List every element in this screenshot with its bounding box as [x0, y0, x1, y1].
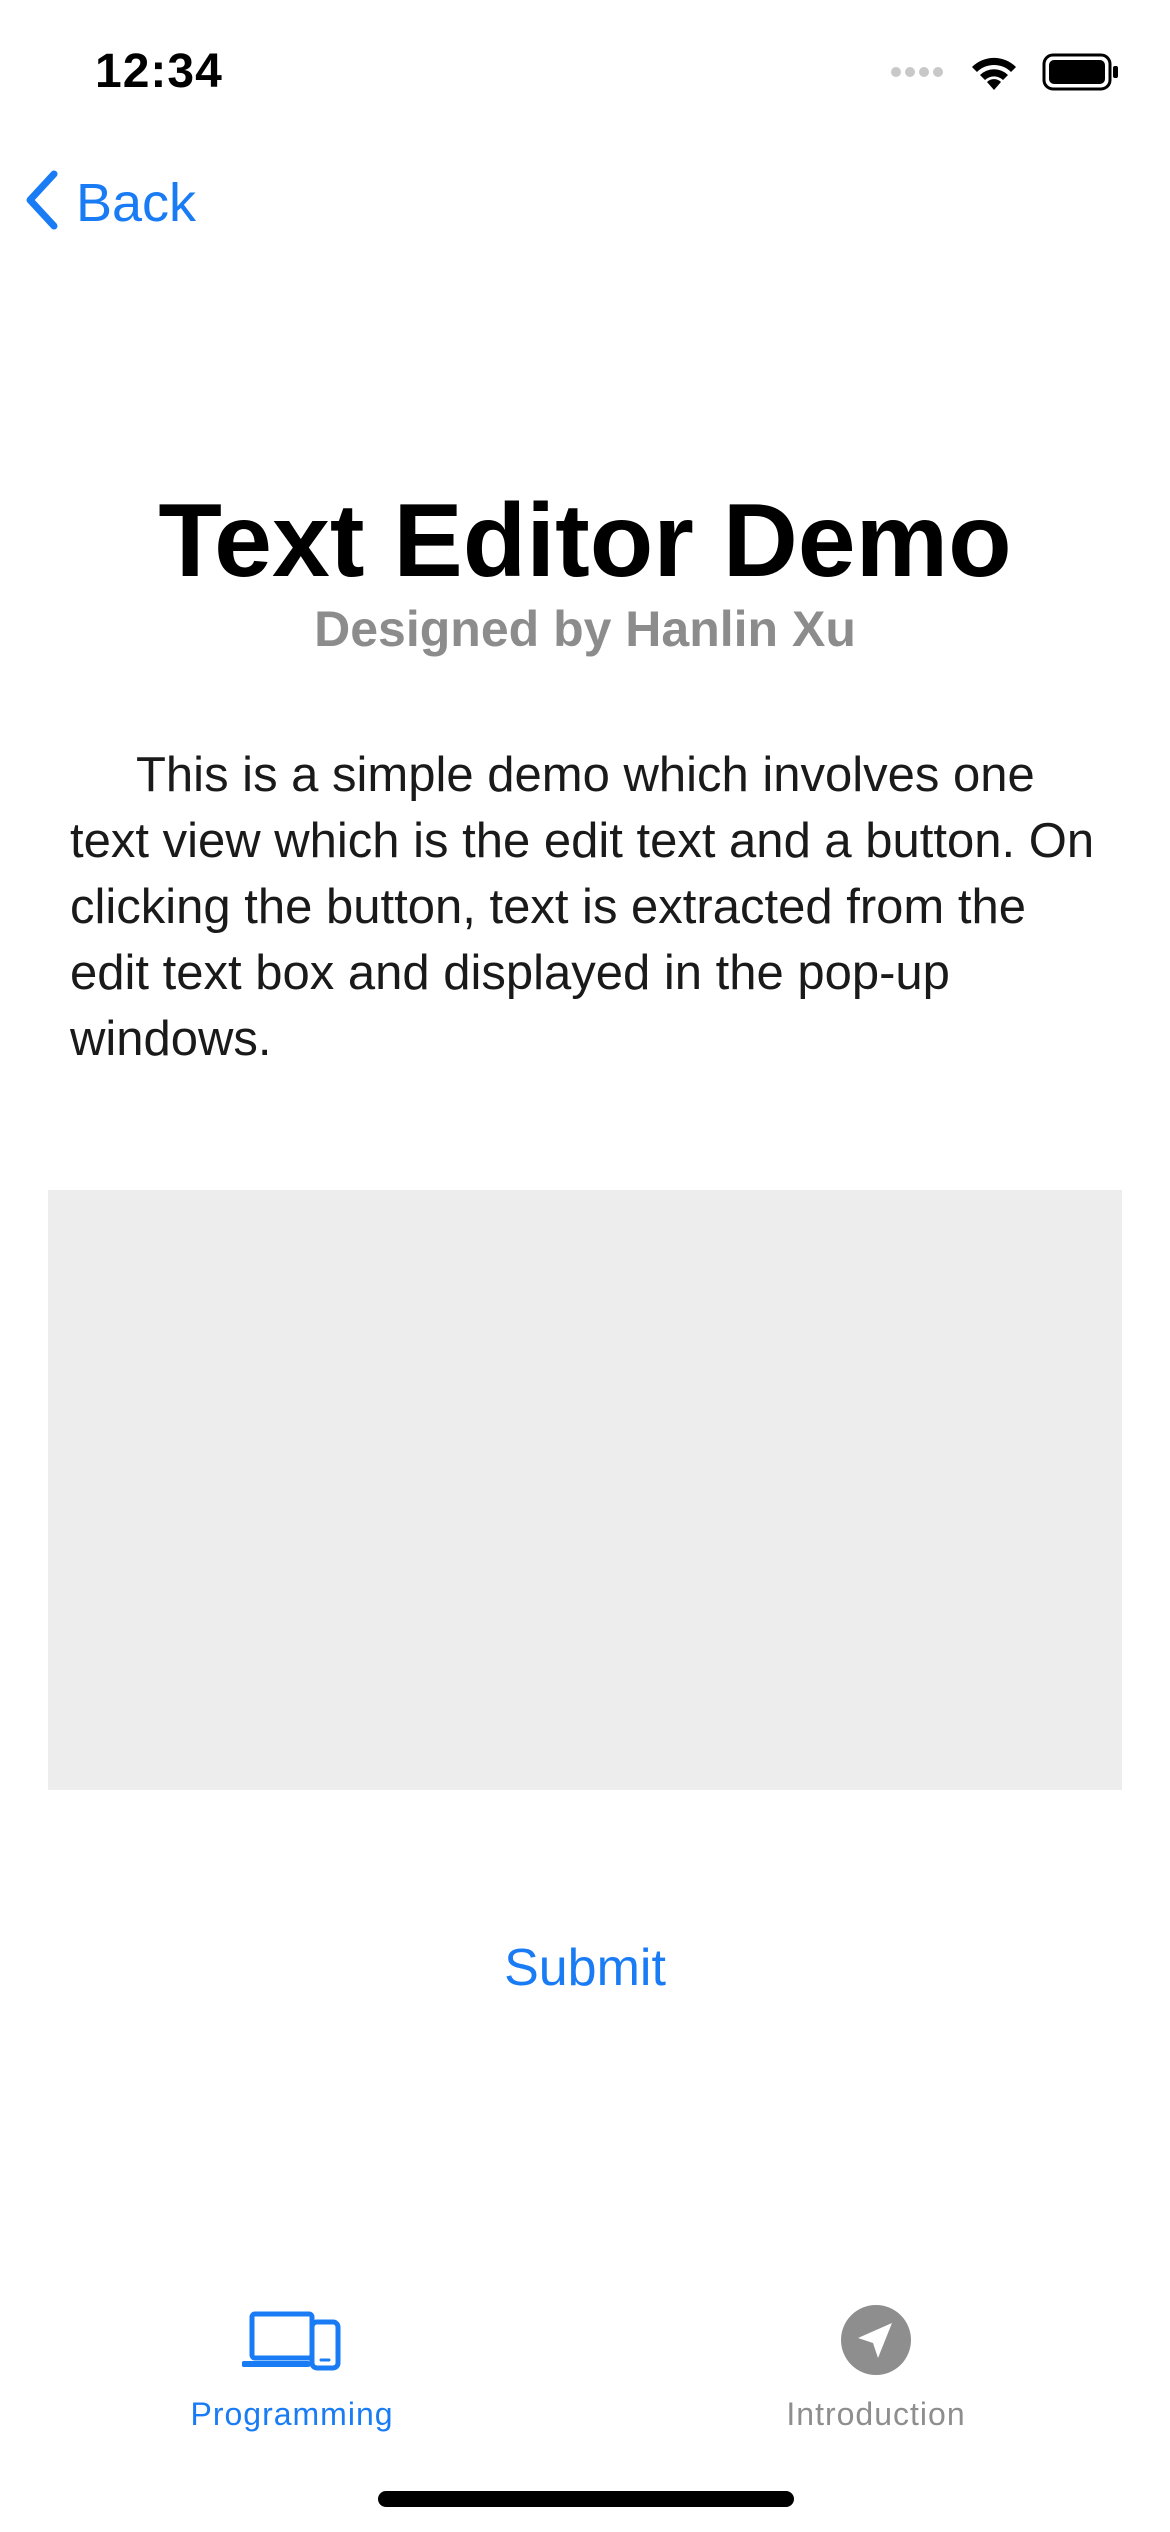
status-icons [890, 52, 1120, 97]
page-title: Text Editor Demo [158, 483, 1012, 599]
paper-plane-icon [840, 2300, 912, 2380]
page-subtitle: Designed by Hanlin Xu [314, 601, 856, 657]
back-label: Back [76, 172, 197, 233]
tab-introduction[interactable]: Introduction [676, 2300, 1076, 2433]
tab-programming-label: Programming [190, 2396, 394, 2432]
battery-icon [1042, 53, 1120, 96]
submit-button[interactable]: Submit [0, 1938, 1170, 1998]
status-time: 12:34 [95, 45, 223, 98]
home-indicator[interactable] [378, 2491, 794, 2507]
laptop-phone-icon [242, 2300, 342, 2380]
tab-programming[interactable]: Programming [92, 2300, 492, 2433]
back-button[interactable]: Back [24, 170, 196, 235]
wifi-icon [968, 52, 1020, 97]
signal-icon [890, 62, 946, 87]
text-editor[interactable] [48, 1190, 1122, 1790]
description-text: This is a simple demo which involves one… [70, 748, 1095, 1066]
chevron-left-icon [24, 170, 60, 235]
tab-introduction-label: Introduction [786, 2396, 966, 2432]
